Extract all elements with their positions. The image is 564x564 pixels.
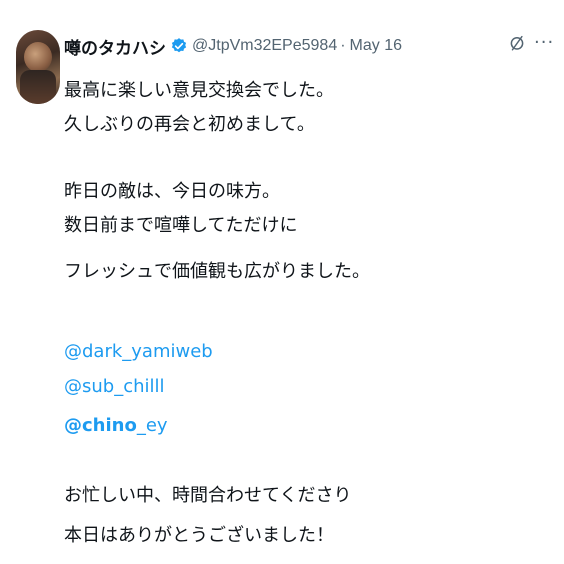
mention-link-chino[interactable]: @chino_ey: [64, 414, 168, 438]
avatar-face: [24, 42, 52, 72]
mention-link[interactable]: @dark_yamiweb: [64, 340, 213, 364]
body-line: フレッシュで価値観も広がりました。: [64, 261, 370, 282]
body-line: 久しぶりの再会と初めまして。: [64, 114, 315, 135]
more-options-button[interactable]: ···: [534, 34, 554, 52]
mention-rest-part: _ey: [136, 415, 168, 436]
post-date[interactable]: May 16: [350, 37, 402, 55]
avatar[interactable]: [16, 30, 60, 104]
mention-bold-part: @chino: [64, 415, 137, 436]
author-handle[interactable]: @JtpVm32EPe5984: [192, 37, 337, 55]
body-line: お忙しい中、時間合わせてくださり: [64, 485, 352, 506]
header-separator: ·: [340, 37, 346, 54]
header-actions: ···: [508, 34, 554, 52]
avatar-body: [20, 70, 56, 104]
tweet: 噂のタカハシ @JtpVm32EPe5984 · May 16 ··· 最高に楽…: [0, 0, 564, 564]
body-line: 数日前まで喧嘩してただけに: [64, 215, 298, 236]
body-line: 昨日の敵は、今日の味方。: [64, 181, 280, 202]
tweet-header: 噂のタカハシ @JtpVm32EPe5984 · May 16: [64, 34, 402, 59]
display-name[interactable]: 噂のタカハシ: [64, 34, 166, 59]
grok-slash-icon[interactable]: [508, 34, 526, 52]
mention-link[interactable]: @sub_chilll: [64, 375, 165, 399]
body-line: 最高に楽しい意見交換会でした。: [64, 80, 334, 101]
verified-badge-icon[interactable]: [170, 37, 188, 55]
body-line: 本日はありがとうございました！: [64, 525, 334, 546]
